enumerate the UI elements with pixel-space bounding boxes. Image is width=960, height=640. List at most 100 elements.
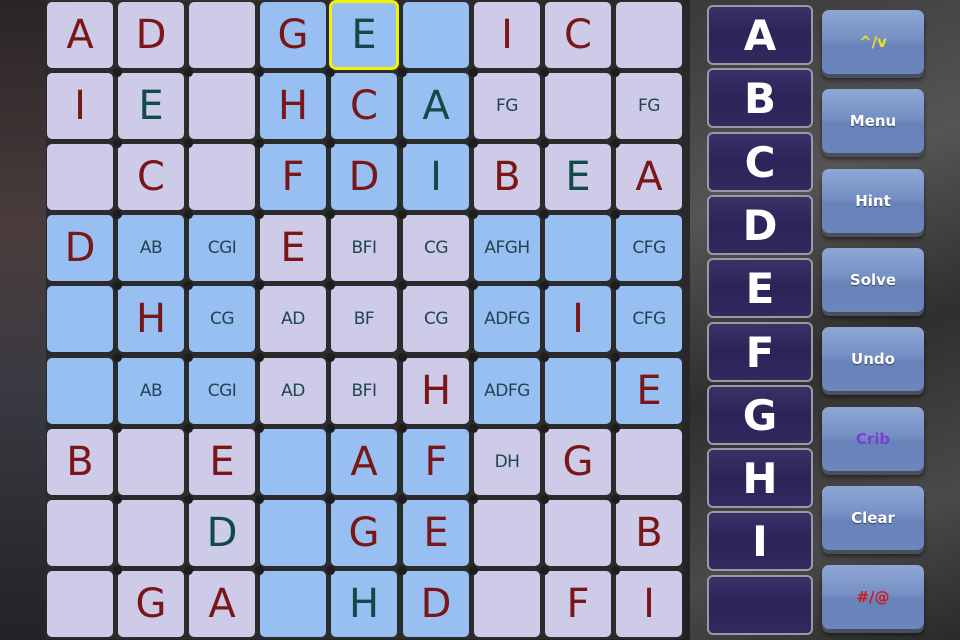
crib-button[interactable]: Crib	[822, 407, 924, 471]
board-cell[interactable]: G	[545, 429, 611, 495]
letter-button-f[interactable]: F	[707, 322, 813, 382]
board-cell[interactable]: A	[47, 2, 113, 68]
board-cell[interactable]: FG	[616, 73, 682, 139]
board-cell[interactable]: E	[118, 73, 184, 139]
board-cell[interactable]	[189, 73, 255, 139]
board-cell[interactable]: C	[331, 73, 397, 139]
board-cell[interactable]: AB	[118, 358, 184, 424]
board-cell[interactable]	[260, 429, 326, 495]
hint-button[interactable]: Hint	[822, 169, 924, 233]
board-cell[interactable]	[545, 500, 611, 566]
board-cell[interactable]: A	[616, 144, 682, 210]
board-cell[interactable]: DH	[474, 429, 540, 495]
board-cell[interactable]	[118, 429, 184, 495]
board-cell[interactable]: CG	[403, 215, 469, 281]
board-cell[interactable]	[118, 500, 184, 566]
letter-button-h[interactable]: H	[707, 448, 813, 508]
board-cell[interactable]: G	[331, 500, 397, 566]
board-cell[interactable]	[616, 429, 682, 495]
board-cell[interactable]: C	[118, 144, 184, 210]
board-cell[interactable]: H	[260, 73, 326, 139]
symbols-button[interactable]: #/@	[822, 565, 924, 629]
board-cell[interactable]: G	[118, 571, 184, 637]
board-cell[interactable]: D	[118, 2, 184, 68]
board-cell[interactable]: E	[260, 215, 326, 281]
board-cell[interactable]: I	[403, 144, 469, 210]
board-cell[interactable]: B	[47, 429, 113, 495]
board-cell[interactable]: F	[260, 144, 326, 210]
board-cell[interactable]: I	[616, 571, 682, 637]
board-cell[interactable]	[47, 358, 113, 424]
board-cell[interactable]: F	[545, 571, 611, 637]
board-cell[interactable]: D	[403, 571, 469, 637]
board-cell[interactable]	[260, 571, 326, 637]
board-cell[interactable]	[189, 144, 255, 210]
letter-button-i[interactable]: I	[707, 511, 813, 571]
board-cell[interactable]: CG	[189, 286, 255, 352]
toggle-button[interactable]: ^/v	[822, 10, 924, 74]
board-cell[interactable]	[47, 500, 113, 566]
board-cell[interactable]	[474, 500, 540, 566]
board-cell[interactable]: D	[331, 144, 397, 210]
letter-button-d[interactable]: D	[707, 195, 813, 255]
board-cell[interactable]	[474, 571, 540, 637]
board-cell[interactable]: CFG	[616, 286, 682, 352]
letter-button-b[interactable]: B	[707, 68, 813, 128]
board-cell[interactable]	[545, 358, 611, 424]
board-cell[interactable]	[545, 73, 611, 139]
board-cell[interactable]: H	[403, 358, 469, 424]
board-cell[interactable]: C	[545, 2, 611, 68]
board-cell[interactable]: ADFG	[474, 286, 540, 352]
board-cell[interactable]: AD	[260, 358, 326, 424]
board-cell[interactable]	[545, 215, 611, 281]
board-cell[interactable]: H	[118, 286, 184, 352]
board-cell[interactable]: BFI	[331, 215, 397, 281]
hint-label: Hint	[855, 192, 891, 210]
board-cell[interactable]	[260, 500, 326, 566]
board-cell[interactable]: I	[474, 2, 540, 68]
board-cell[interactable]: E	[545, 144, 611, 210]
board-cell[interactable]: CFG	[616, 215, 682, 281]
letter-button-blank[interactable]	[707, 575, 813, 635]
letter-button-a[interactable]: A	[707, 5, 813, 65]
board-cell[interactable]: CGI	[189, 358, 255, 424]
board-cell[interactable]	[47, 144, 113, 210]
letter-button-g[interactable]: G	[707, 385, 813, 445]
board-cell[interactable]: I	[545, 286, 611, 352]
menu-button[interactable]: Menu	[822, 89, 924, 153]
board-cell[interactable]: B	[474, 144, 540, 210]
board-cell[interactable]: AD	[260, 286, 326, 352]
board-cell[interactable]: A	[403, 73, 469, 139]
letter-button-e[interactable]: E	[707, 258, 813, 318]
board-cell[interactable]: A	[331, 429, 397, 495]
board-cell[interactable]: BFI	[331, 358, 397, 424]
board-cell[interactable]: A	[189, 571, 255, 637]
solve-button[interactable]: Solve	[822, 248, 924, 312]
board-cell[interactable]: AFGH	[474, 215, 540, 281]
board-cell[interactable]: AB	[118, 215, 184, 281]
board-cell[interactable]: FG	[474, 73, 540, 139]
board-cell[interactable]	[47, 571, 113, 637]
board-cell[interactable]: F	[403, 429, 469, 495]
board-cell[interactable]: ADFG	[474, 358, 540, 424]
board-cell[interactable]: CGI	[189, 215, 255, 281]
undo-button[interactable]: Undo	[822, 327, 924, 391]
board-cell[interactable]: G	[260, 2, 326, 68]
board-cell[interactable]: I	[47, 73, 113, 139]
board-cell[interactable]: CG	[403, 286, 469, 352]
board-cell[interactable]: D	[47, 215, 113, 281]
board-cell[interactable]: E	[189, 429, 255, 495]
clear-button[interactable]: Clear	[822, 486, 924, 550]
board-cell[interactable]: D	[189, 500, 255, 566]
board-cell[interactable]: BF	[331, 286, 397, 352]
board-cell[interactable]	[616, 2, 682, 68]
board-cell[interactable]	[403, 2, 469, 68]
board-cell[interactable]: H	[331, 571, 397, 637]
board-cell[interactable]: E	[616, 358, 682, 424]
board-cell[interactable]: E	[403, 500, 469, 566]
board-cell[interactable]: B	[616, 500, 682, 566]
letter-button-c[interactable]: C	[707, 132, 813, 192]
board-cell-selected[interactable]: E	[329, 0, 399, 70]
board-cell[interactable]	[47, 286, 113, 352]
board-cell[interactable]	[189, 2, 255, 68]
